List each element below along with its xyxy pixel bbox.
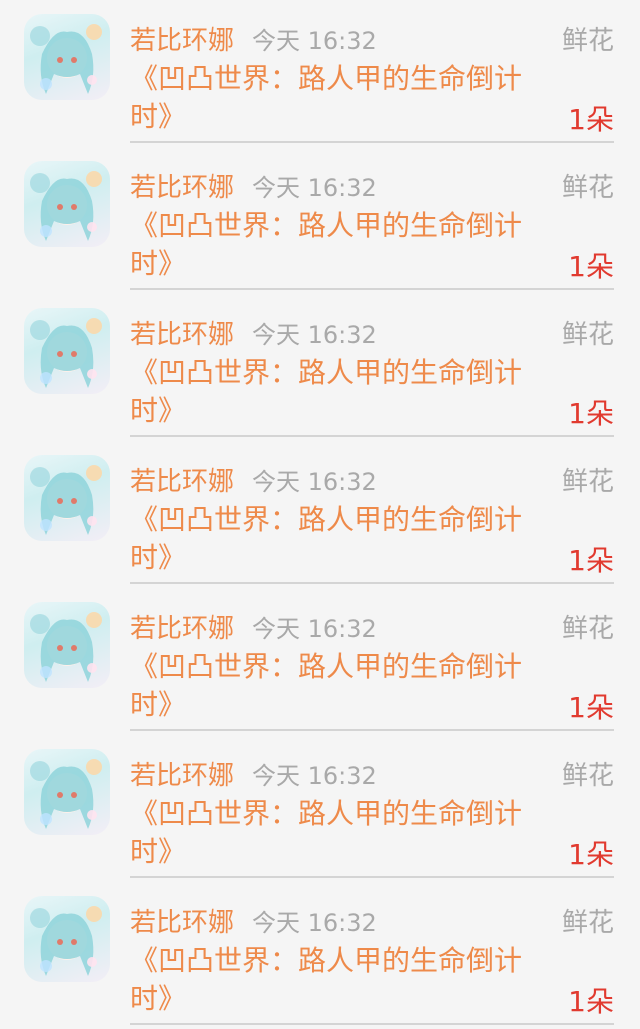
avatar[interactable]	[24, 749, 110, 835]
record-header: 若比环娜 今天 16:32	[130, 902, 614, 942]
timestamp: 今天 16:32	[252, 909, 377, 937]
list-item[interactable]: 若比环娜 今天 16:32 鲜花 《凹凸世界：路人甲的生命倒计时》 1朵	[0, 147, 640, 294]
user-name[interactable]: 若比环娜	[130, 20, 234, 57]
divider	[130, 876, 614, 878]
user-name[interactable]: 若比环娜	[130, 461, 234, 498]
gift-count: 1朵	[568, 250, 614, 283]
gift-count: 1朵	[568, 397, 614, 430]
list-item[interactable]: 若比环娜 今天 16:32 鲜花 《凹凸世界：路人甲的生命倒计时》 1朵	[0, 441, 640, 588]
list-item[interactable]: 若比环娜 今天 16:32 鲜花 《凹凸世界：路人甲的生命倒计时》 1朵	[0, 294, 640, 441]
list-item[interactable]: 若比环娜 今天 16:32 鲜花 《凹凸世界：路人甲的生命倒计时》 1朵	[0, 588, 640, 735]
divider	[130, 582, 614, 584]
gift-count: 1朵	[568, 985, 614, 1018]
gift-type: 鲜花	[561, 26, 614, 56]
record-header: 若比环娜 今天 16:32	[130, 20, 614, 60]
timestamp: 今天 16:32	[252, 27, 377, 55]
record-content: 若比环娜 今天 16:32 鲜花 《凹凸世界：路人甲的生命倒计时》 1朵	[130, 20, 614, 136]
gift-count: 1朵	[568, 838, 614, 871]
avatar[interactable]	[24, 455, 110, 541]
avatar[interactable]	[24, 896, 110, 982]
book-title[interactable]: 《凹凸世界：路人甲的生命倒计时》	[130, 207, 560, 283]
book-title[interactable]: 《凹凸世界：路人甲的生命倒计时》	[130, 501, 560, 577]
list-item[interactable]: 若比环娜 今天 16:32 鲜花 《凹凸世界：路人甲的生命倒计时》 1朵	[0, 882, 640, 1029]
book-title[interactable]: 《凹凸世界：路人甲的生命倒计时》	[130, 60, 560, 136]
user-name[interactable]: 若比环娜	[130, 755, 234, 792]
gift-count: 1朵	[568, 103, 614, 136]
divider	[130, 141, 614, 143]
gift-count: 1朵	[568, 544, 614, 577]
list-item[interactable]: 若比环娜 今天 16:32 鲜花 《凹凸世界：路人甲的生命倒计时》 1朵	[0, 735, 640, 882]
gift-type: 鲜花	[561, 614, 614, 644]
record-content: 若比环娜 今天 16:32 鲜花 《凹凸世界：路人甲的生命倒计时》 1朵	[130, 608, 614, 724]
avatar[interactable]	[24, 602, 110, 688]
timestamp: 今天 16:32	[252, 762, 377, 790]
timestamp: 今天 16:32	[252, 174, 377, 202]
divider	[130, 1023, 614, 1025]
record-content: 若比环娜 今天 16:32 鲜花 《凹凸世界：路人甲的生命倒计时》 1朵	[130, 755, 614, 871]
timestamp: 今天 16:32	[252, 321, 377, 349]
divider	[130, 288, 614, 290]
record-content: 若比环娜 今天 16:32 鲜花 《凹凸世界：路人甲的生命倒计时》 1朵	[130, 461, 614, 577]
user-name[interactable]: 若比环娜	[130, 314, 234, 351]
record-content: 若比环娜 今天 16:32 鲜花 《凹凸世界：路人甲的生命倒计时》 1朵	[130, 314, 614, 430]
record-header: 若比环娜 今天 16:32	[130, 461, 614, 501]
gift-type: 鲜花	[561, 761, 614, 791]
record-content: 若比环娜 今天 16:32 鲜花 《凹凸世界：路人甲的生命倒计时》 1朵	[130, 167, 614, 283]
avatar[interactable]	[24, 308, 110, 394]
record-header: 若比环娜 今天 16:32	[130, 608, 614, 648]
timestamp: 今天 16:32	[252, 615, 377, 643]
user-name[interactable]: 若比环娜	[130, 608, 234, 645]
record-header: 若比环娜 今天 16:32	[130, 167, 614, 207]
user-name[interactable]: 若比环娜	[130, 902, 234, 939]
gift-type: 鲜花	[561, 467, 614, 497]
record-header: 若比环娜 今天 16:32	[130, 314, 614, 354]
user-name[interactable]: 若比环娜	[130, 167, 234, 204]
divider	[130, 729, 614, 731]
gift-type: 鲜花	[561, 320, 614, 350]
book-title[interactable]: 《凹凸世界：路人甲的生命倒计时》	[130, 648, 560, 724]
timestamp: 今天 16:32	[252, 468, 377, 496]
gift-record-list: 若比环娜 今天 16:32 鲜花 《凹凸世界：路人甲的生命倒计时》 1朵 若比环…	[0, 0, 640, 1029]
divider	[130, 435, 614, 437]
record-header: 若比环娜 今天 16:32	[130, 755, 614, 795]
gift-count: 1朵	[568, 691, 614, 724]
avatar[interactable]	[24, 14, 110, 100]
list-item[interactable]: 若比环娜 今天 16:32 鲜花 《凹凸世界：路人甲的生命倒计时》 1朵	[0, 0, 640, 147]
record-content: 若比环娜 今天 16:32 鲜花 《凹凸世界：路人甲的生命倒计时》 1朵	[130, 902, 614, 1018]
book-title[interactable]: 《凹凸世界：路人甲的生命倒计时》	[130, 354, 560, 430]
book-title[interactable]: 《凹凸世界：路人甲的生命倒计时》	[130, 795, 560, 871]
gift-type: 鲜花	[561, 908, 614, 938]
avatar[interactable]	[24, 161, 110, 247]
book-title[interactable]: 《凹凸世界：路人甲的生命倒计时》	[130, 942, 560, 1018]
gift-type: 鲜花	[561, 173, 614, 203]
